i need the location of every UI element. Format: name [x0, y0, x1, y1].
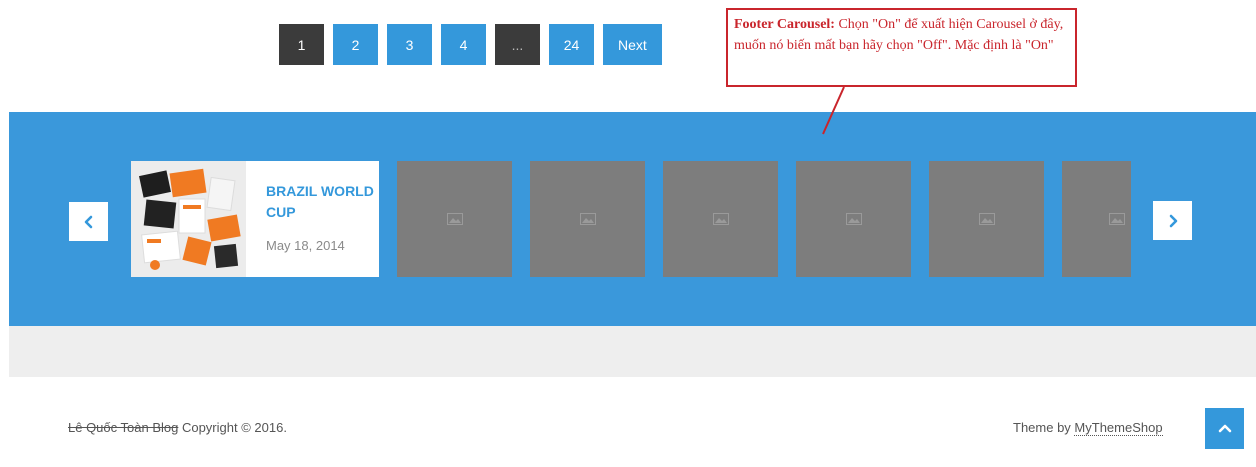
image-icon: [845, 213, 862, 225]
page-button-2[interactable]: 2: [333, 24, 378, 65]
stationery-image: [131, 161, 246, 277]
theme-prefix: Theme by: [1013, 420, 1075, 435]
page-button-3[interactable]: 3: [387, 24, 432, 65]
carousel-item-placeholder[interactable]: [663, 161, 778, 277]
footer-theme-credit: Theme by MyThemeShop: [1013, 420, 1163, 436]
image-icon: [978, 213, 995, 225]
blog-home-link[interactable]: Lê Quốc Toàn Blog: [68, 420, 178, 435]
page: 1 2 3 4 ... 24 Next Footer Carousel: Chọ…: [0, 0, 1256, 467]
chevron-up-icon: [1218, 424, 1231, 432]
scroll-to-top-button[interactable]: [1205, 408, 1244, 449]
annotation-callout: Footer Carousel: Chọn "On" để xuất hiện …: [726, 8, 1077, 87]
next-page-button[interactable]: Next: [603, 24, 662, 65]
carousel-next-button[interactable]: [1153, 201, 1192, 240]
image-icon: [712, 213, 729, 225]
carousel-item-placeholder[interactable]: [397, 161, 512, 277]
carousel-featured-post[interactable]: BRAZIL WORLD CUP May 18, 2014: [131, 161, 379, 277]
footer-carousel: BRAZIL WORLD CUP May 18, 2014: [9, 112, 1256, 326]
carousel-item-placeholder[interactable]: [796, 161, 911, 277]
featured-post-title[interactable]: BRAZIL WORLD CUP: [266, 181, 376, 223]
carousel-prev-button[interactable]: [69, 202, 108, 241]
page-button-1[interactable]: 1: [279, 24, 324, 65]
page-button-24[interactable]: 24: [549, 24, 594, 65]
page-button-4[interactable]: 4: [441, 24, 486, 65]
featured-post-body: BRAZIL WORLD CUP May 18, 2014: [246, 161, 376, 277]
image-icon: [446, 213, 463, 225]
featured-post-thumbnail[interactable]: [131, 161, 246, 277]
image-icon: [1109, 213, 1125, 225]
theme-link[interactable]: MyThemeShop: [1074, 420, 1163, 436]
pagination: 1 2 3 4 ... 24 Next: [279, 24, 662, 65]
footer-separator: [9, 326, 1256, 377]
carousel-item-placeholder[interactable]: [929, 161, 1044, 277]
footer-copyright: Lê Quốc Toàn Blog Copyright © 2016.: [68, 420, 287, 435]
chevron-right-icon: [1169, 214, 1177, 227]
carousel-item-placeholder[interactable]: [1062, 161, 1131, 277]
carousel-item-placeholder[interactable]: [530, 161, 645, 277]
annotation-title: Footer Carousel:: [734, 17, 835, 32]
page-ellipsis: ...: [495, 24, 540, 65]
copyright-text: Copyright © 2016.: [178, 420, 287, 435]
featured-post-date: May 18, 2014: [266, 238, 345, 253]
image-icon: [579, 213, 596, 225]
chevron-left-icon: [84, 215, 92, 228]
